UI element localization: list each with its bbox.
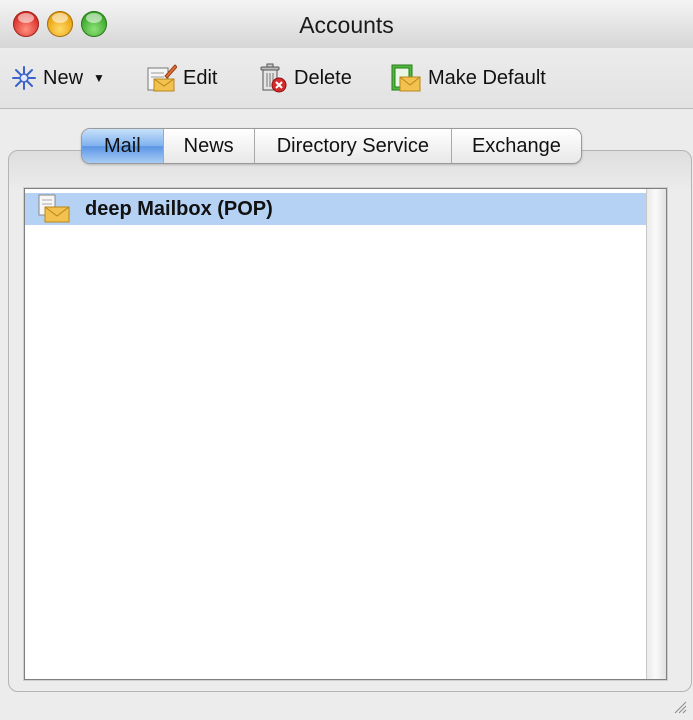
new-button[interactable]: New ▼ — [11, 61, 105, 95]
list-item[interactable]: deep Mailbox (POP) — [25, 193, 646, 225]
account-type-tabs: Mail News Directory Service Exchange — [81, 128, 582, 164]
delete-button[interactable]: Delete — [256, 61, 352, 95]
new-dropdown-arrow-icon[interactable]: ▼ — [93, 71, 105, 85]
tab-exchange[interactable]: Exchange — [450, 129, 581, 163]
edit-button[interactable]: Edit — [145, 61, 217, 95]
toolbar: New ▼ Edit Delete Make Default — [0, 48, 693, 109]
make-default-button[interactable]: Make Default — [390, 61, 546, 95]
tab-directory-service[interactable]: Directory Service — [253, 129, 451, 163]
new-label: New — [43, 66, 84, 89]
make-default-icon — [391, 64, 421, 92]
mailbox-icon — [38, 194, 70, 223]
trash-icon — [260, 63, 287, 93]
new-star-icon — [12, 66, 36, 90]
tab-news[interactable]: News — [162, 129, 254, 163]
edit-label: Edit — [183, 66, 218, 89]
tab-mail[interactable]: Mail — [82, 129, 163, 163]
title-bar[interactable]: Accounts — [0, 0, 693, 48]
account-name: deep Mailbox (POP) — [85, 197, 273, 220]
delete-label: Delete — [294, 66, 352, 89]
accounts-list[interactable]: deep Mailbox (POP) — [24, 188, 667, 680]
make-default-label: Make Default — [428, 66, 546, 89]
window-title: Accounts — [299, 12, 394, 38]
vertical-scrollbar[interactable] — [646, 189, 666, 679]
resize-grip-icon[interactable] — [671, 698, 687, 714]
edit-icon — [147, 64, 177, 92]
